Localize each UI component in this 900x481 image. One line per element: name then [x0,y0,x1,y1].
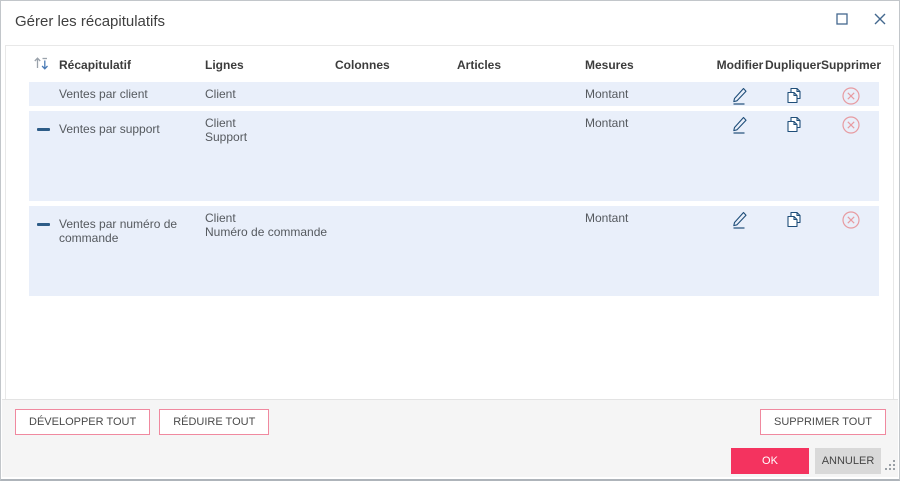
expand-all-button[interactable]: DÉVELOPPER TOUT [15,409,151,435]
table-row[interactable]: Ventes par numéro de commande Client Numé… [29,206,879,296]
footer: DÉVELOPPER TOUT RÉDUIRE TOUT SUPPRIMER T… [2,399,898,477]
sort-toggle[interactable] [29,54,57,76]
collapse-all-button[interactable]: RÉDUIRE TOUT [159,409,270,435]
footer-actions: OK ANNULER [15,448,886,474]
articles-cell [457,111,585,116]
manage-summaries-dialog: Gérer les récapitulatifs Récapitulatif L… [0,0,900,481]
ligne-value: Support [205,130,248,144]
dupliquer-cell [765,206,821,233]
expander-cell [29,111,57,131]
footer-toolbar: DÉVELOPPER TOUT RÉDUIRE TOUT SUPPRIMER T… [15,409,886,435]
supprimer-cell [821,82,881,109]
titlebar: Gérer les récapitulatifs [1,1,899,41]
ligne-value: Client [205,116,236,130]
collapse-icon[interactable] [36,223,50,226]
articles-cell [457,206,585,211]
pencil-icon [730,85,751,109]
header-supprimer: Supprimer [821,57,882,72]
dupliquer-cell [765,82,821,109]
supprimer-cell [821,206,881,233]
header-lignes: Lignes [205,57,244,72]
close-button[interactable] [867,7,893,33]
edit-button[interactable] [728,209,752,233]
pencil-icon [730,114,751,138]
articles-cell [457,82,585,87]
mesures-cell: Montant [585,111,715,130]
mesures-cell: Montant [585,206,715,225]
edit-button[interactable] [728,85,752,109]
close-icon [873,12,887,29]
modifier-cell [715,206,765,233]
circle-x-icon [841,115,861,138]
lignes-cell: Client Support [205,111,335,144]
maximize-button[interactable] [829,7,855,33]
resize-grip[interactable] [885,458,896,476]
table-row[interactable]: Ventes par client Client Montant [29,82,879,106]
copy-icon [783,114,804,138]
pencil-icon [730,209,751,233]
modifier-cell [715,82,765,109]
colonnes-cell [335,82,457,87]
ligne-value: Client [205,87,236,101]
dialog-title: Gérer les récapitulatifs [15,12,166,30]
maximize-icon [835,12,849,29]
colonnes-cell [335,111,457,116]
table-header-row: Récapitulatif Lignes Colonnes Articles M… [29,49,882,80]
lignes-cell: Client [205,82,335,101]
header-colonnes: Colonnes [335,57,390,72]
copy-icon [783,85,804,109]
mesure-value: Montant [585,87,629,101]
delete-all-button[interactable]: SUPPRIMER TOUT [760,409,886,435]
lignes-cell: Client Numéro de commande [205,206,335,239]
modifier-cell [715,111,765,138]
header-recapitulatif: Récapitulatif [59,57,132,72]
ok-button[interactable]: OK [731,448,809,474]
header-articles: Articles [457,57,502,72]
dupliquer-cell [765,111,821,138]
table-body: Ventes par client Client Montant Ventes … [29,82,879,296]
mesure-value: Montant [585,211,629,225]
header-dupliquer: Dupliquer [765,57,821,72]
cancel-button[interactable]: ANNULER [815,448,881,474]
circle-x-icon [841,86,861,109]
window-controls [829,7,893,33]
summary-name: Ventes par numéro de commande [59,217,178,245]
expand-collapse-group: DÉVELOPPER TOUT RÉDUIRE TOUT [15,409,270,435]
ligne-value: Numéro de commande [205,225,328,239]
duplicate-button[interactable] [781,85,805,109]
mesure-value: Montant [585,116,629,130]
header-mesures: Mesures [585,57,634,72]
header-modifier: Modifier [716,57,764,72]
duplicate-button[interactable] [781,114,805,138]
supprimer-cell [821,111,881,138]
summary-name: Ventes par client [59,87,148,101]
duplicate-button[interactable] [781,209,805,233]
collapse-icon[interactable] [36,128,50,131]
ligne-value: Client [205,211,236,225]
delete-button[interactable] [839,209,863,233]
delete-button[interactable] [839,114,863,138]
expander-cell [29,206,57,226]
circle-x-icon [841,210,861,233]
summary-name: Ventes par support [59,122,160,136]
edit-button[interactable] [728,114,752,138]
colonnes-cell [335,206,457,211]
delete-button[interactable] [839,85,863,109]
summaries-panel: Récapitulatif Lignes Colonnes Articles M… [5,45,894,399]
sort-arrows-icon [33,54,50,76]
copy-icon [783,209,804,233]
mesures-cell: Montant [585,82,715,101]
table-row[interactable]: Ventes par support Client Support Montant [29,111,879,201]
